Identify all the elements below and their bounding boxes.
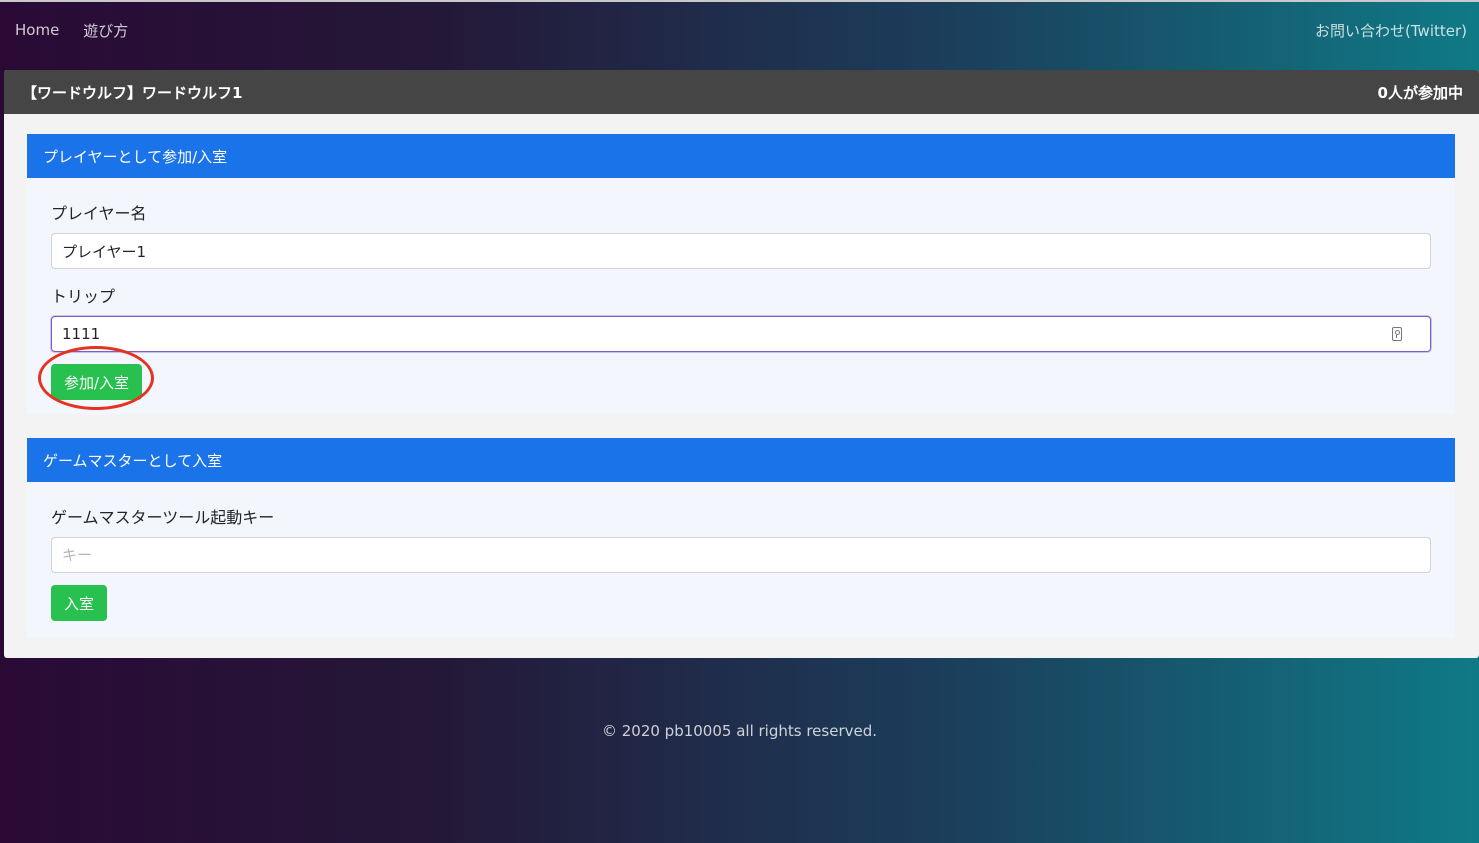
participant-count: 0人が参加中 — [1377, 83, 1463, 102]
navbar: Home 遊び方 お問い合わせ(Twitter) — [0, 2, 1479, 58]
nav-contact-link[interactable]: お問い合わせ(Twitter) — [1315, 20, 1467, 41]
nav-home-link[interactable]: Home — [15, 21, 59, 39]
room-card: 【ワードウルフ】ワードウルフ1 0人が参加中 プレイヤーとして参加/入室 プレイ… — [4, 70, 1479, 658]
gm-enter-button[interactable]: 入室 — [51, 585, 108, 621]
password-manager-key-icon[interactable] — [1392, 327, 1402, 341]
nav-how-to-play-link[interactable]: 遊び方 — [83, 20, 128, 41]
gm-panel-header: ゲームマスターとして入室 — [27, 438, 1455, 482]
gm-join-panel: ゲームマスターとして入室 ゲームマスターツール起動キー 入室 — [27, 438, 1455, 638]
gm-key-label: ゲームマスターツール起動キー — [51, 508, 275, 527]
trip-input[interactable] — [51, 316, 1431, 352]
player-join-panel: プレイヤーとして参加/入室 プレイヤー名 トリップ 参加/入室 — [27, 134, 1455, 414]
player-panel-header: プレイヤーとして参加/入室 — [27, 134, 1455, 178]
room-title: 【ワードウルフ】ワードウルフ1 — [22, 83, 243, 102]
footer-copyright: © 2020 pb10005 all rights reserved. — [601, 722, 878, 740]
gm-key-input[interactable] — [51, 537, 1431, 573]
trip-input-wrapper — [51, 316, 1431, 352]
player-name-input[interactable] — [51, 233, 1431, 269]
nav-links: Home 遊び方 — [15, 20, 128, 41]
join-button[interactable]: 参加/入室 — [51, 364, 143, 400]
trip-label: トリップ — [51, 287, 116, 306]
player-name-label: プレイヤー名 — [51, 204, 147, 223]
player-panel-body: プレイヤー名 トリップ 参加/入室 — [27, 200, 1455, 400]
room-header: 【ワードウルフ】ワードウルフ1 0人が参加中 — [4, 70, 1479, 114]
gm-panel-body: ゲームマスターツール起動キー 入室 — [27, 504, 1455, 621]
